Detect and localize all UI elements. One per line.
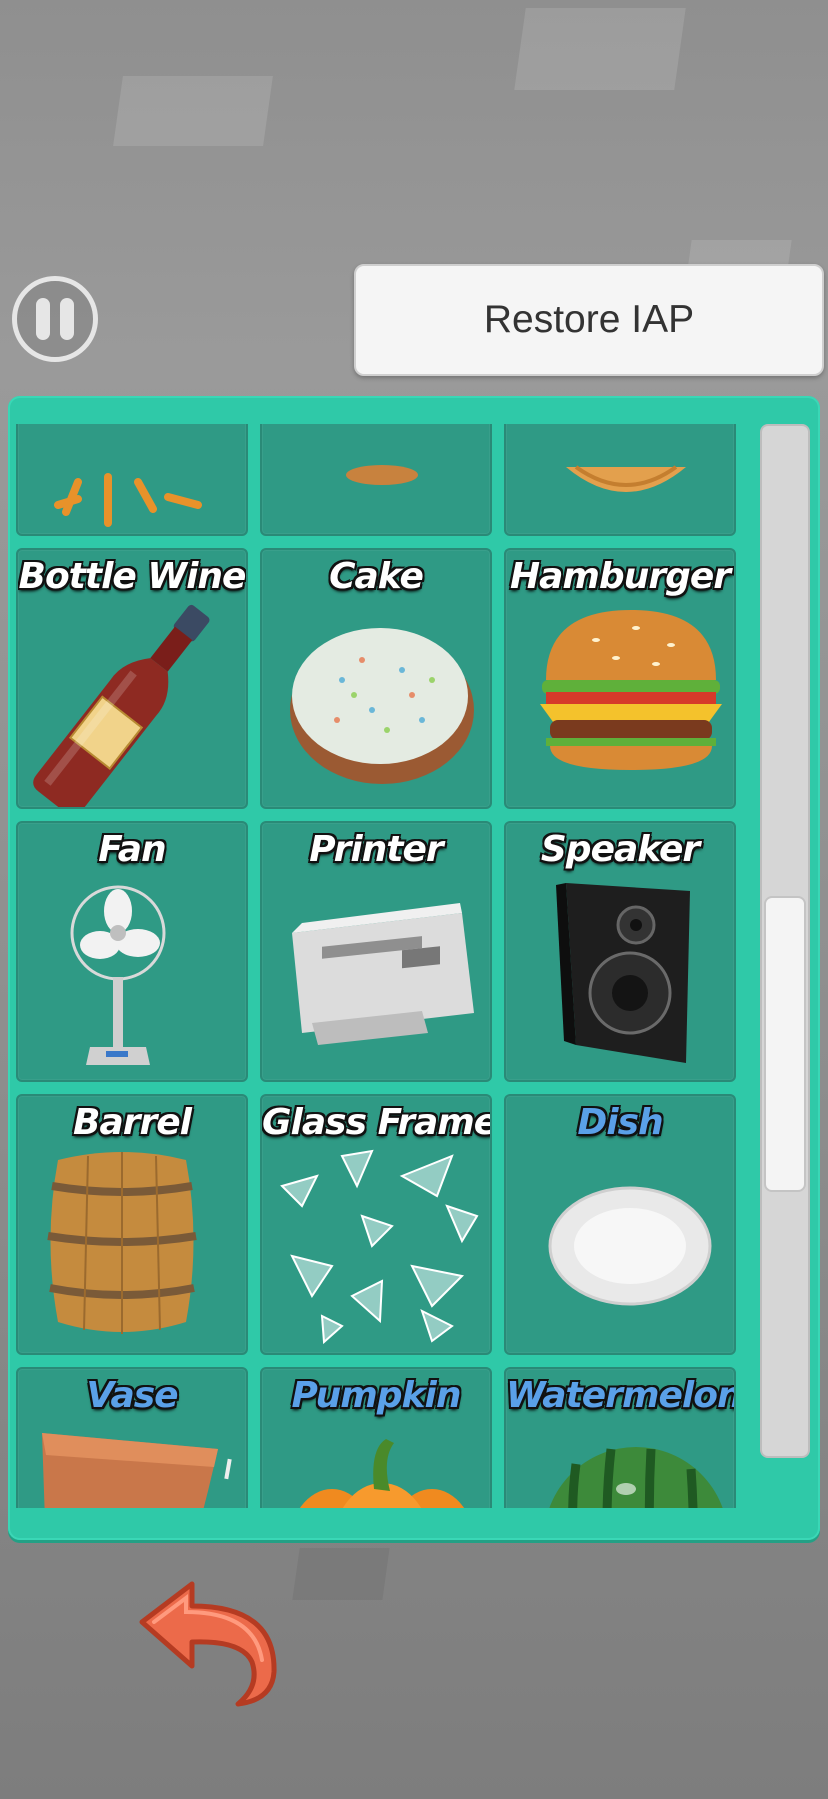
item-label: Fan [98, 829, 166, 870]
item-label: Hamburger [509, 556, 731, 597]
item-card[interactable]: Watermelon [504, 1367, 736, 1508]
item-label: Pumpkin [291, 1375, 462, 1416]
scrollbar-track[interactable] [760, 424, 810, 1458]
item-card[interactable]: Printer [260, 821, 492, 1082]
broken-glass-icon [280, 1149, 479, 1345]
item-card[interactable]: Glass Frame [260, 1094, 492, 1355]
back-arrow-icon[interactable] [134, 1576, 284, 1708]
hamburger-icon [540, 610, 722, 770]
item-label: Glass Frame [262, 1102, 492, 1143]
item-label: Barrel [73, 1102, 192, 1143]
item-card[interactable]: Hamburger [504, 548, 736, 809]
cake-icon [290, 628, 474, 784]
pause-button[interactable] [12, 276, 98, 362]
watermelon-icon [549, 1447, 723, 1508]
item-label: Watermelon [506, 1375, 736, 1416]
sunburst-icon [54, 473, 202, 527]
item-card[interactable]: Pumpkin [260, 1367, 492, 1508]
pause-icon [36, 298, 50, 340]
barrel-icon [47, 1152, 197, 1334]
background-tile [292, 1548, 390, 1600]
speaker-icon [556, 883, 690, 1063]
item-card[interactable]: Fan [16, 821, 248, 1082]
item-label: Printer [309, 829, 443, 870]
dish-icon [548, 1186, 712, 1306]
background-tile [113, 76, 273, 146]
item-card[interactable]: Vase [16, 1367, 248, 1508]
item-card[interactable]: Cake [260, 548, 492, 809]
item-label: Vase [86, 1375, 178, 1416]
item-label: Cake [329, 556, 424, 597]
item-label: Speaker [540, 829, 700, 870]
item-card[interactable]: Speaker [504, 821, 736, 1082]
scrollbar-thumb[interactable] [764, 896, 806, 1192]
item-card[interactable] [504, 424, 736, 536]
printer-icon [292, 903, 474, 1045]
item-card[interactable]: Barrel [16, 1094, 248, 1355]
background-tile [688, 240, 792, 264]
vase-icon [42, 1433, 232, 1508]
background-tile [514, 8, 686, 90]
item-card[interactable]: Bottle Wine [16, 548, 248, 809]
item-label: Bottle Wine [18, 556, 247, 597]
wine-bottle-icon [33, 604, 210, 807]
pause-icon [60, 298, 74, 340]
cupcake-icon [566, 465, 686, 492]
item-card[interactable]: Dish [504, 1094, 736, 1355]
pumpkin-icon [299, 1439, 465, 1508]
cookie-icon [346, 465, 418, 485]
fan-icon [70, 885, 166, 1065]
restore-iap-button[interactable]: Restore IAP [354, 264, 824, 376]
item-label: Dish [577, 1102, 663, 1143]
item-card[interactable] [260, 424, 492, 536]
item-card[interactable] [16, 424, 248, 536]
item-grid[interactable]: Bottle Wine Cake Hamburger Fan Printer S… [16, 424, 758, 1508]
